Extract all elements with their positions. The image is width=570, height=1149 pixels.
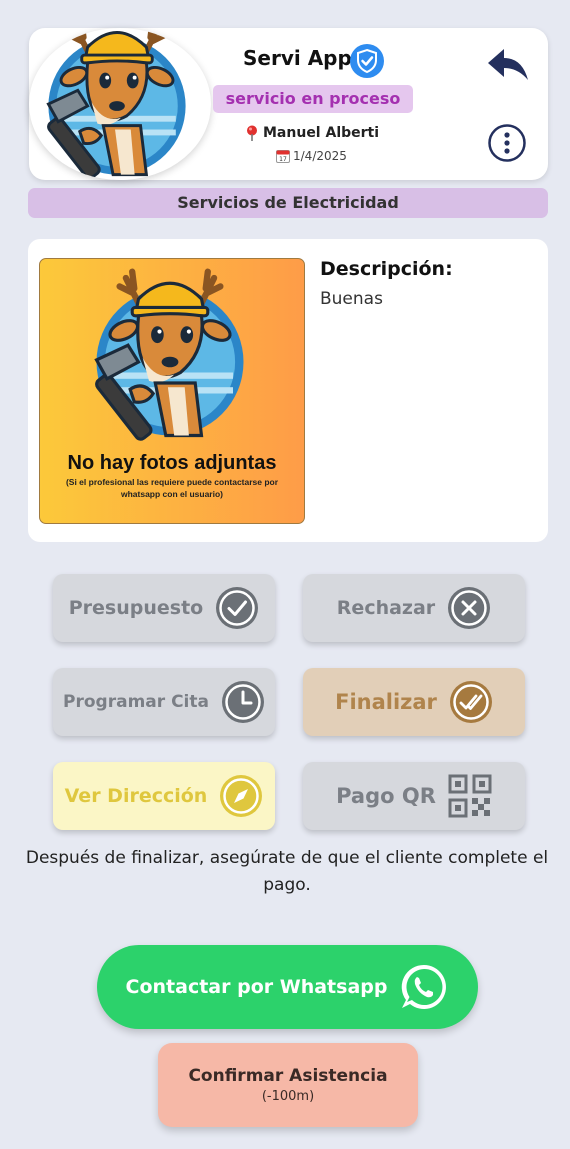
ver-direccion-label: Ver Dirección [64, 785, 208, 807]
app-logo [29, 28, 211, 180]
more-options-icon[interactable] [487, 123, 527, 163]
double-check-circle-icon [449, 681, 492, 723]
pago-qr-button[interactable]: Pago QR [303, 762, 525, 830]
description-text: Buenas [320, 289, 383, 309]
service-date: 1/4/2025 [293, 149, 347, 163]
category-label: Servicios de Electricidad [28, 188, 548, 218]
pago-qr-label: Pago QR [336, 784, 436, 808]
calendar-icon: 17 [276, 150, 290, 163]
no-photos-placeholder: No hay fotos adjuntas (Si el profesional… [39, 258, 305, 524]
programar-cita-button[interactable]: Programar Cita [53, 668, 275, 736]
back-arrow-icon[interactable] [486, 46, 530, 86]
date-row: 17 1/4/2025 [276, 149, 347, 163]
compass-icon [220, 775, 263, 817]
check-circle-icon [216, 587, 259, 629]
no-photos-note: (Si el profesional las requiere puede co… [65, 477, 279, 499]
whatsapp-contact-button[interactable]: Contactar por Whatsapp [97, 945, 478, 1029]
rechazar-button[interactable]: Rechazar [303, 574, 525, 642]
presupuesto-button[interactable]: Presupuesto [53, 574, 275, 642]
ver-direccion-button[interactable]: Ver Dirección [53, 762, 275, 830]
deer-mascot-image [40, 259, 305, 459]
confirmar-asistencia-label: Confirmar Asistencia [188, 1066, 388, 1086]
finalizar-label: Finalizar [335, 690, 437, 714]
whatsapp-icon [402, 964, 447, 1009]
app-title: Servi App [243, 46, 352, 70]
confirmar-asistencia-button[interactable]: Confirmar Asistencia (-100m) [158, 1043, 418, 1127]
client-name: Manuel Alberti [263, 125, 380, 141]
status-badge: servicio en proceso [213, 85, 413, 113]
x-circle-icon [448, 587, 491, 629]
service-header-card: Servi App servicio en proceso Manuel Alb… [29, 28, 548, 180]
no-photos-title: No hay fotos adjuntas [67, 452, 277, 474]
whatsapp-contact-label: Contactar por Whatsapp [125, 976, 388, 998]
svg-text:17: 17 [279, 156, 287, 163]
payment-note: Después de finalizar, asegúrate de que e… [25, 848, 549, 895]
presupuesto-label: Presupuesto [68, 597, 204, 619]
client-row: Manuel Alberti [245, 125, 379, 141]
distance-hint: (-100m) [261, 1089, 315, 1104]
rechazar-label: Rechazar [336, 597, 436, 619]
finalizar-button[interactable]: Finalizar [303, 668, 525, 736]
description-label: Descripción: [320, 258, 453, 280]
clock-icon [221, 681, 264, 723]
pin-icon [247, 125, 257, 141]
verified-icon [350, 44, 384, 78]
qr-code-icon [448, 774, 492, 818]
service-detail-card: No hay fotos adjuntas (Si el profesional… [28, 239, 548, 542]
programar-cita-label: Programar Cita [63, 692, 209, 712]
